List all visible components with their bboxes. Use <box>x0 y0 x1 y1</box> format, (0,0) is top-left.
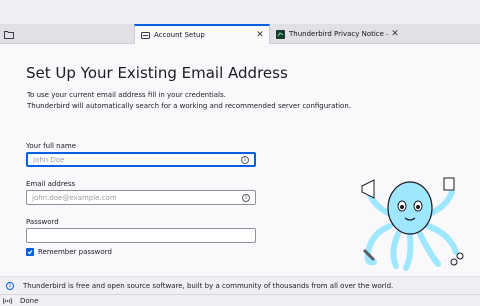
checkbox-checked-icon[interactable] <box>26 248 34 256</box>
remember-password-checkbox[interactable]: Remember password <box>26 248 112 256</box>
intro-line: Thunderbird will automatically search fo… <box>27 102 351 110</box>
fullname-field[interactable]: i <box>26 152 256 167</box>
tab-label: Thunderbird Privacy Notice — M <box>289 30 388 38</box>
activity-icon[interactable] <box>2 296 12 306</box>
info-footer: i Thunderbird is free and open source so… <box>0 276 480 294</box>
account-setup-page: Set Up Your Existing Email Address To us… <box>0 44 480 276</box>
title-strip <box>0 0 480 24</box>
info-icon[interactable]: i <box>242 193 250 202</box>
tab-bar: Account Setup ✕ Thunderbird Privacy Noti… <box>0 24 480 44</box>
fullname-label: Your full name <box>26 142 77 150</box>
tab-account-setup[interactable]: Account Setup ✕ <box>134 24 270 44</box>
status-text: Done <box>20 296 39 305</box>
email-field[interactable]: i <box>26 190 256 205</box>
tab-label: Account Setup <box>154 31 205 39</box>
email-label: Email address <box>26 180 76 188</box>
status-bar: Done <box>0 294 480 306</box>
close-tab-icon[interactable]: ✕ <box>390 29 400 39</box>
octopus-mascot-illustration <box>361 177 464 271</box>
intro-text: To use your current email address fill i… <box>27 90 351 112</box>
page-title: Set Up Your Existing Email Address <box>26 64 288 82</box>
privacy-page-icon <box>276 29 285 39</box>
fullname-input[interactable] <box>28 154 228 165</box>
footer-text: Thunderbird is free and open source soft… <box>23 281 394 290</box>
remember-password-label: Remember password <box>38 248 112 256</box>
info-icon: i <box>6 281 14 290</box>
tab-privacy-notice[interactable]: Thunderbird Privacy Notice — M ✕ <box>270 24 404 44</box>
email-input[interactable] <box>27 191 227 204</box>
close-tab-icon[interactable]: ✕ <box>255 30 265 40</box>
password-field[interactable] <box>26 228 256 243</box>
password-label: Password <box>26 218 59 226</box>
account-setup-icon <box>141 31 150 40</box>
info-icon[interactable]: i <box>241 155 249 164</box>
password-input[interactable] <box>27 229 227 242</box>
intro-line: To use your current email address fill i… <box>27 91 226 99</box>
folder-icon[interactable] <box>2 27 16 41</box>
